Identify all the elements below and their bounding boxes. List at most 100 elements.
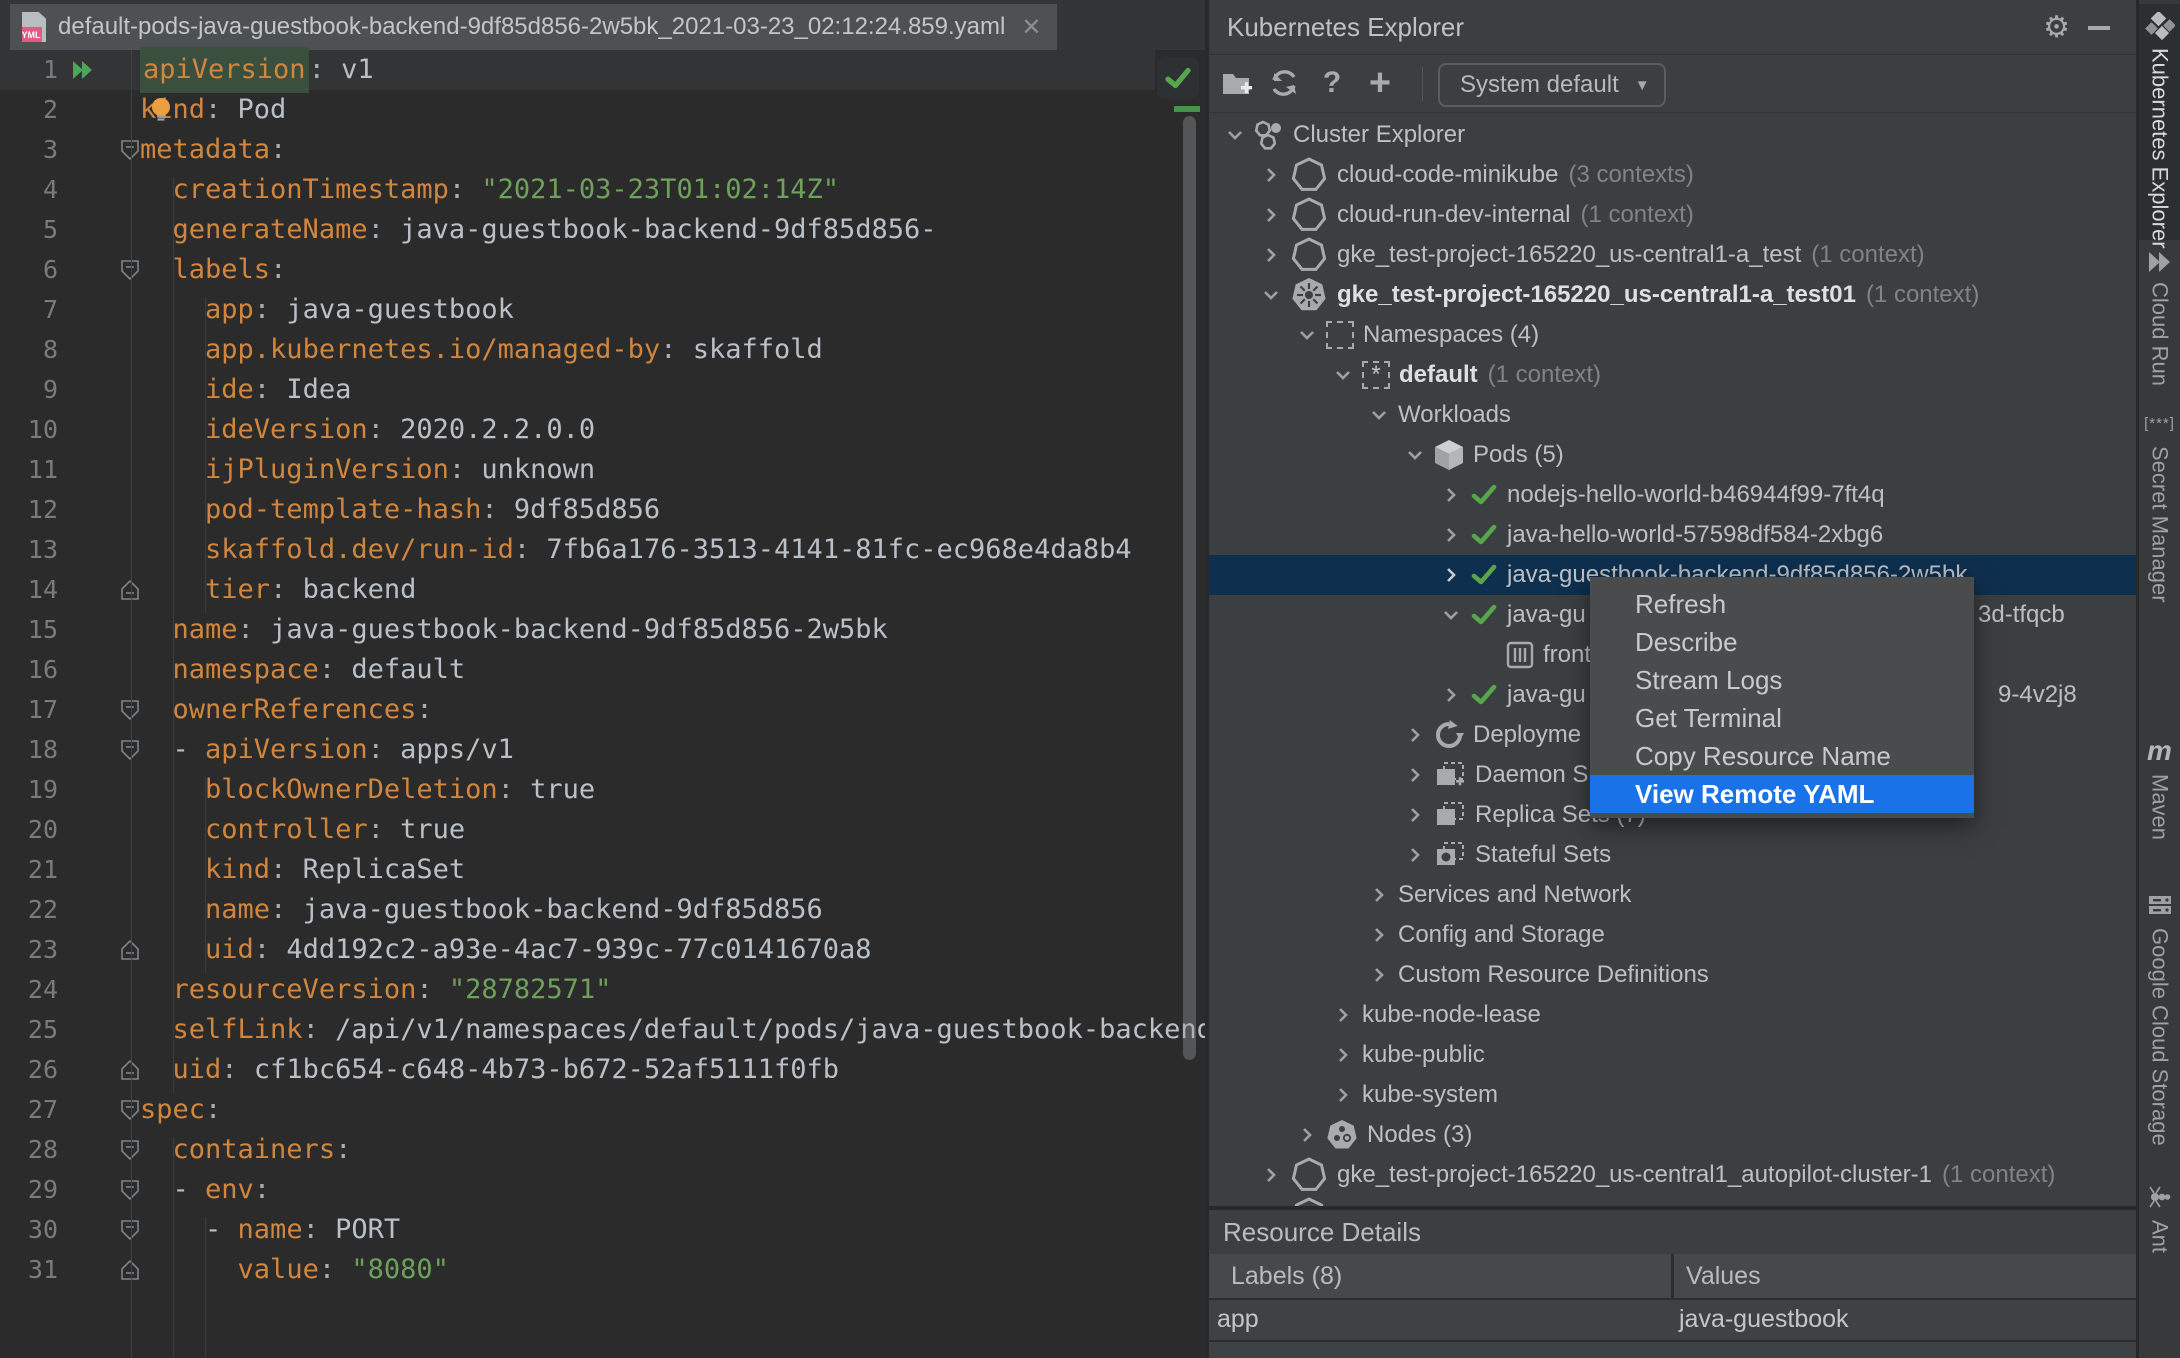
editor-tab[interactable]: YML default-pods-java-guestbook-backend-… <box>10 4 1058 50</box>
tree-row[interactable]: gke_test-project-165220_us-central1-a_te… <box>1209 235 2136 275</box>
code-line[interactable]: 27 spec: <box>0 1090 1205 1130</box>
chevron-right-icon[interactable] <box>1402 842 1428 868</box>
chevron-right-icon[interactable] <box>1258 242 1284 268</box>
chevron-down-icon[interactable] <box>1258 282 1284 308</box>
add-icon[interactable]: + <box>1360 61 1400 105</box>
menu-item-copy-resource-name[interactable]: Copy Resource Name <box>1590 737 1974 775</box>
chevron-right-icon[interactable] <box>1330 1082 1356 1108</box>
tree-row[interactable]: kube-node-lease <box>1209 995 2136 1035</box>
code-line[interactable]: 5 generateName: java-guestbook-backend-9… <box>0 210 1205 250</box>
chevron-right-icon[interactable] <box>1366 882 1392 908</box>
code-line[interactable]: 14 tier: backend <box>0 570 1205 610</box>
menu-item-describe[interactable]: Describe <box>1590 623 1974 661</box>
chevron-right-icon[interactable] <box>1402 802 1428 828</box>
code-line[interactable]: 17 ownerReferences: <box>0 690 1205 730</box>
fold-marker-icon[interactable] <box>119 739 141 761</box>
code-line[interactable]: 11 ijPluginVersion: unknown <box>0 450 1205 490</box>
code-line[interactable]: 3 metadata: <box>0 130 1205 170</box>
fold-marker-icon[interactable] <box>119 699 141 721</box>
code-line[interactable]: 28 containers: <box>0 1130 1205 1170</box>
code-line[interactable]: 12 pod-template-hash: 9df85d856 <box>0 490 1205 530</box>
code-line[interactable]: 6 labels: <box>0 250 1205 290</box>
chevron-right-icon[interactable] <box>1366 962 1392 988</box>
stripe-tab-kubernetes-explorer[interactable]: Kubernetes Explorer <box>2139 4 2180 249</box>
context-dropdown[interactable]: System default ▼ <box>1438 63 1666 107</box>
code-line[interactable]: 26 uid: cf1bc654-c648-4b73-b672-52af5111… <box>0 1050 1205 1090</box>
tree-row[interactable]: Services and Network <box>1209 875 2136 915</box>
tree-row[interactable]: cloud-code-minikube (3 contexts) <box>1209 155 2136 195</box>
fold-marker-icon[interactable] <box>119 1059 141 1081</box>
stripe-tab-secret-manager[interactable]: [***] Secret Manager <box>2139 398 2180 614</box>
chevron-right-icon[interactable] <box>1438 522 1464 548</box>
tree-row[interactable]: Pods (5) <box>1209 435 2136 475</box>
chevron-down-icon[interactable] <box>1294 322 1320 348</box>
editor-scrollbar[interactable] <box>1183 116 1196 1060</box>
code-line[interactable]: 29 - env: <box>0 1170 1205 1210</box>
menu-item-view-remote-yaml[interactable]: View Remote YAML <box>1590 775 1974 813</box>
tree-row[interactable]: gke_test-project-165220_us-central1_auto… <box>1209 1155 2136 1195</box>
chevron-right-icon[interactable] <box>1402 762 1428 788</box>
fold-marker-icon[interactable] <box>119 1219 141 1241</box>
chevron-right-icon[interactable] <box>1438 562 1464 588</box>
stripe-tab-google-cloud-storage[interactable]: Google Cloud Storage <box>2139 880 2180 1152</box>
code-line[interactable]: 30 - name: PORT <box>0 1210 1205 1250</box>
tree-row[interactable]: cloud-run-dev-internal (1 context) <box>1209 195 2136 235</box>
chevron-down-icon[interactable] <box>1222 122 1248 148</box>
fold-marker-icon[interactable] <box>119 1139 141 1161</box>
code-area[interactable]: 1 apiVersion: v1 2 kind: Pod 3 metadata: 4 cre… <box>0 47 1205 1290</box>
fold-marker-icon[interactable] <box>119 1099 141 1121</box>
tree-row[interactable]: kube-system <box>1209 1075 2136 1115</box>
code-line[interactable]: 31 value: "8080" <box>0 1250 1205 1290</box>
chevron-down-icon[interactable] <box>1366 402 1392 428</box>
code-line[interactable]: 2 kind: Pod <box>0 90 1205 130</box>
tree-row[interactable]: Config and Storage <box>1209 915 2136 955</box>
chevron-right-icon[interactable] <box>1258 202 1284 228</box>
tree-row[interactable] <box>1209 1195 2136 1206</box>
chevron-right-icon[interactable] <box>1258 1162 1284 1188</box>
stripe-tab-cloud-run[interactable]: Cloud Run <box>2139 240 2180 386</box>
tree-row[interactable]: Nodes (3) <box>1209 1115 2136 1155</box>
code-line[interactable]: 19 blockOwnerDeletion: true <box>0 770 1205 810</box>
chevron-down-icon[interactable] <box>1330 362 1356 388</box>
chevron-right-icon[interactable] <box>1402 722 1428 748</box>
gear-icon[interactable]: ⚙ <box>2043 10 2070 45</box>
code-line[interactable]: 8 app.kubernetes.io/managed-by: skaffold <box>0 330 1205 370</box>
tree-row[interactable]: Workloads <box>1209 395 2136 435</box>
fold-marker-icon[interactable] <box>119 259 141 281</box>
tab-close-icon[interactable]: ✕ <box>1021 13 1041 42</box>
code-line[interactable]: 1 apiVersion: v1 <box>0 47 1205 93</box>
help-icon[interactable]: ? <box>1312 61 1352 105</box>
intention-bulb-icon[interactable] <box>148 96 174 122</box>
code-line[interactable]: 13 skaffold.dev/run-id: 7fb6a176-3513-41… <box>0 530 1205 570</box>
tree-row[interactable]: Cluster Explorer <box>1209 115 2136 155</box>
menu-item-refresh[interactable]: Refresh <box>1590 585 1974 623</box>
run-gutter-icon[interactable] <box>70 50 100 90</box>
code-line[interactable]: 23 uid: 4dd192c2-a93e-4ac7-939c-77c01416… <box>0 930 1205 970</box>
fold-marker-icon[interactable] <box>119 579 141 601</box>
tree-row[interactable]: * default (1 context) <box>1209 355 2136 395</box>
fold-marker-icon[interactable] <box>119 939 141 961</box>
code-line[interactable]: 24 resourceVersion: "28782571" <box>0 970 1205 1010</box>
code-line[interactable]: 18 - apiVersion: apps/v1 <box>0 730 1205 770</box>
minimize-icon[interactable] <box>2088 26 2110 30</box>
stripe-tab-ant[interactable]: Ant <box>2139 1172 2180 1258</box>
chevron-right-icon[interactable] <box>1366 922 1392 948</box>
add-config-folder-icon[interactable] <box>1217 61 1257 105</box>
details-row[interactable] <box>1209 1298 2136 1340</box>
tree-row[interactable]: java-hello-world-57598df584-2xbg6 <box>1209 515 2136 555</box>
chevron-down-icon[interactable] <box>1402 442 1428 468</box>
inspections-status-button[interactable] <box>1157 57 1199 99</box>
menu-item-get-terminal[interactable]: Get Terminal <box>1590 699 1974 737</box>
chevron-down-icon[interactable] <box>1438 602 1464 628</box>
code-line[interactable]: 16 namespace: default <box>0 650 1205 690</box>
code-line[interactable]: 10 ideVersion: 2020.2.2.0.0 <box>0 410 1205 450</box>
code-line[interactable]: 15 name: java-guestbook-backend-9df85d85… <box>0 610 1205 650</box>
chevron-right-icon[interactable] <box>1258 162 1284 188</box>
menu-item-stream-logs[interactable]: Stream Logs <box>1590 661 1974 699</box>
code-line[interactable]: 7 app: java-guestbook <box>0 290 1205 330</box>
chevron-right-icon[interactable] <box>1330 1002 1356 1028</box>
chevron-right-icon[interactable] <box>1438 682 1464 708</box>
fold-marker-icon[interactable] <box>119 139 141 161</box>
tree-row[interactable]: Stateful Sets <box>1209 835 2136 875</box>
tree-row[interactable]: kube-public <box>1209 1035 2136 1075</box>
